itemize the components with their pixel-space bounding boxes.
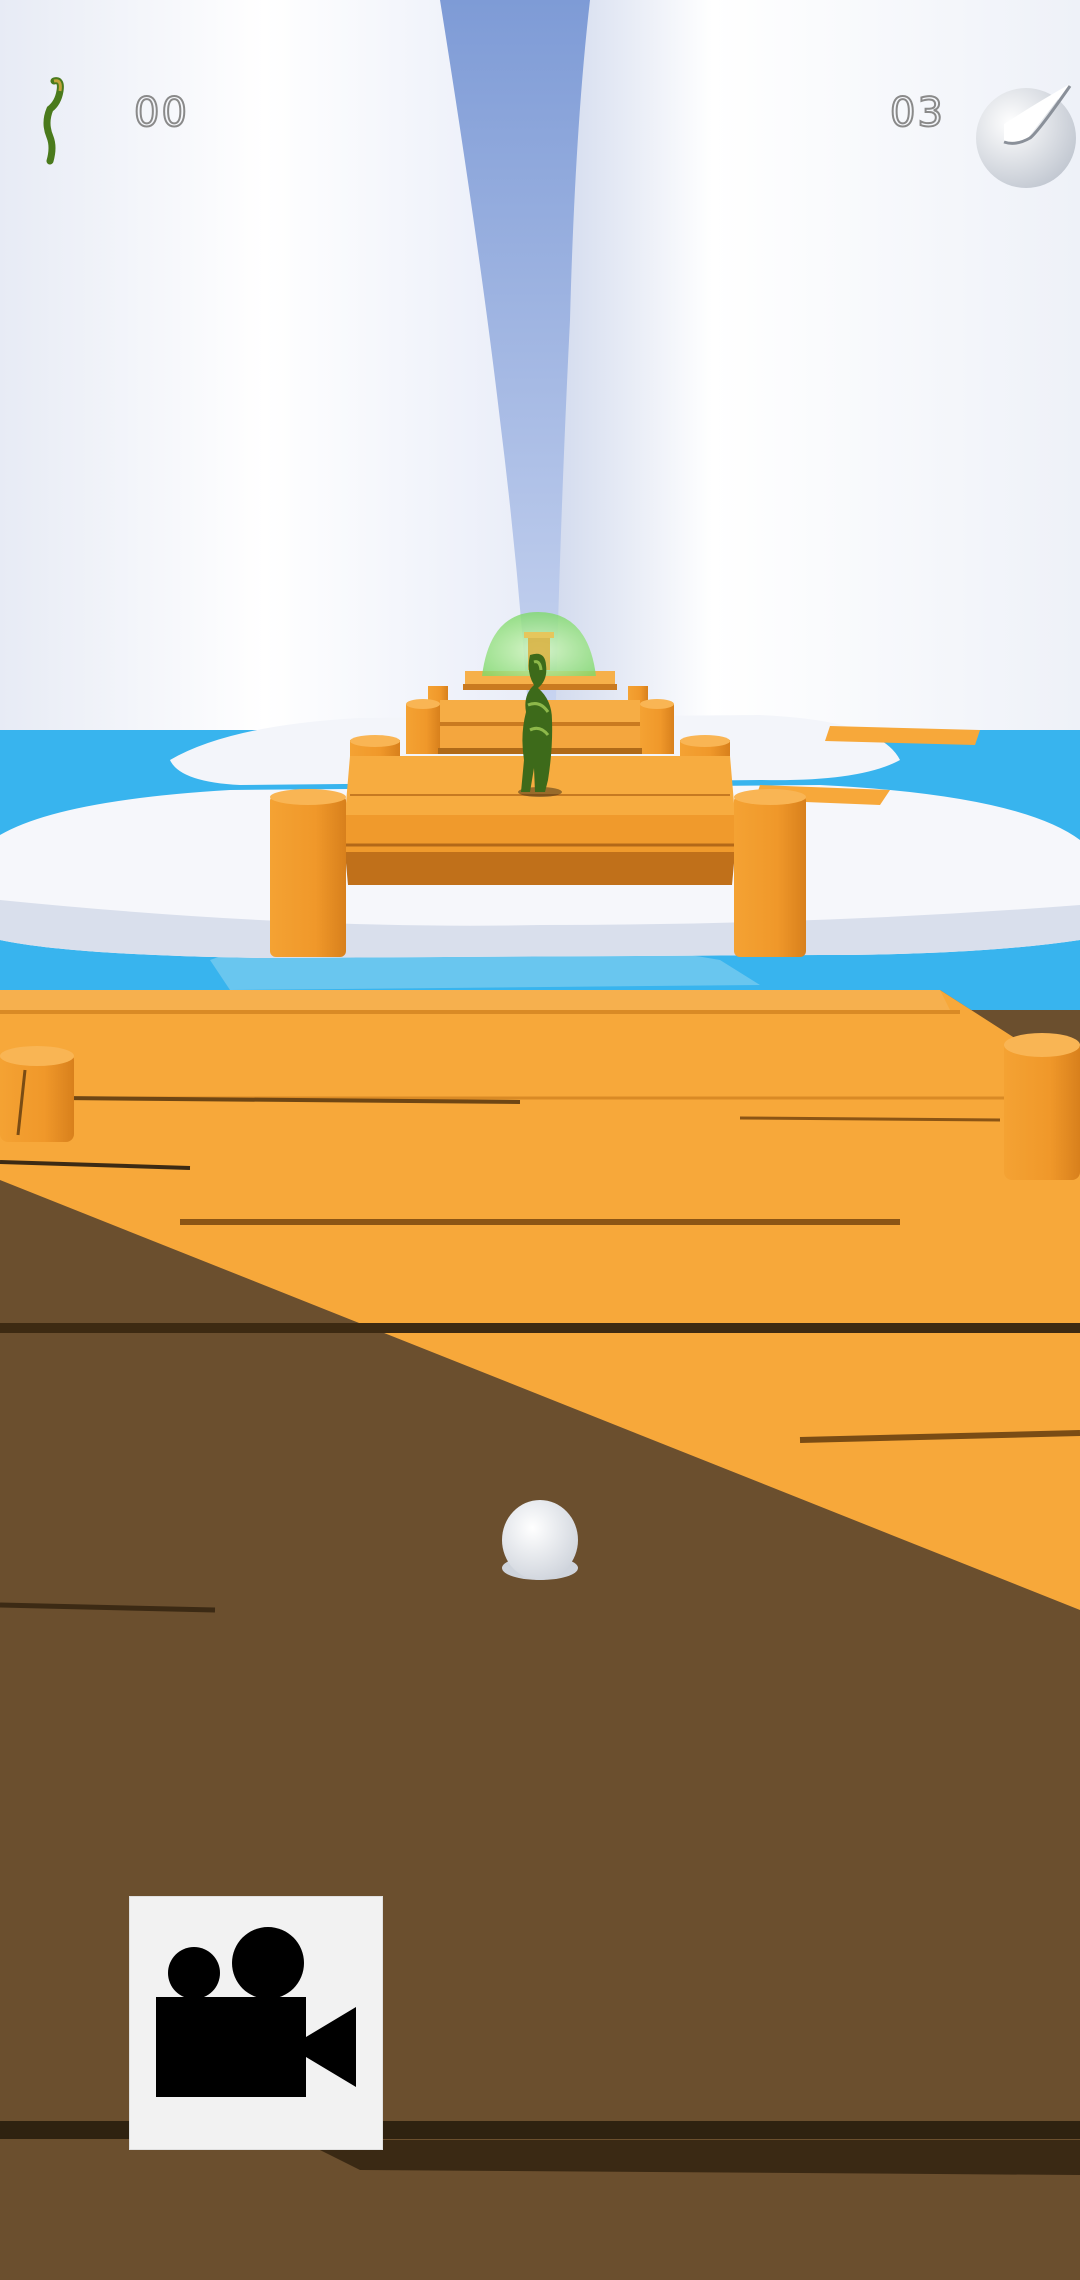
player-ball [502,1500,578,1580]
snake-icon [43,77,64,165]
game-viewport[interactable]: 00 03 [0,0,1080,2280]
dock-post [734,795,806,957]
left-glacier [0,0,530,740]
dock-post [270,795,346,957]
ball-counter: 03 [889,89,945,137]
ball-icon [976,84,1076,188]
camera-toggle-button[interactable] [130,1897,382,2149]
pier-post [1004,1040,1080,1180]
video-camera-icon [156,1927,356,2097]
snake-counter: 00 [133,89,189,137]
